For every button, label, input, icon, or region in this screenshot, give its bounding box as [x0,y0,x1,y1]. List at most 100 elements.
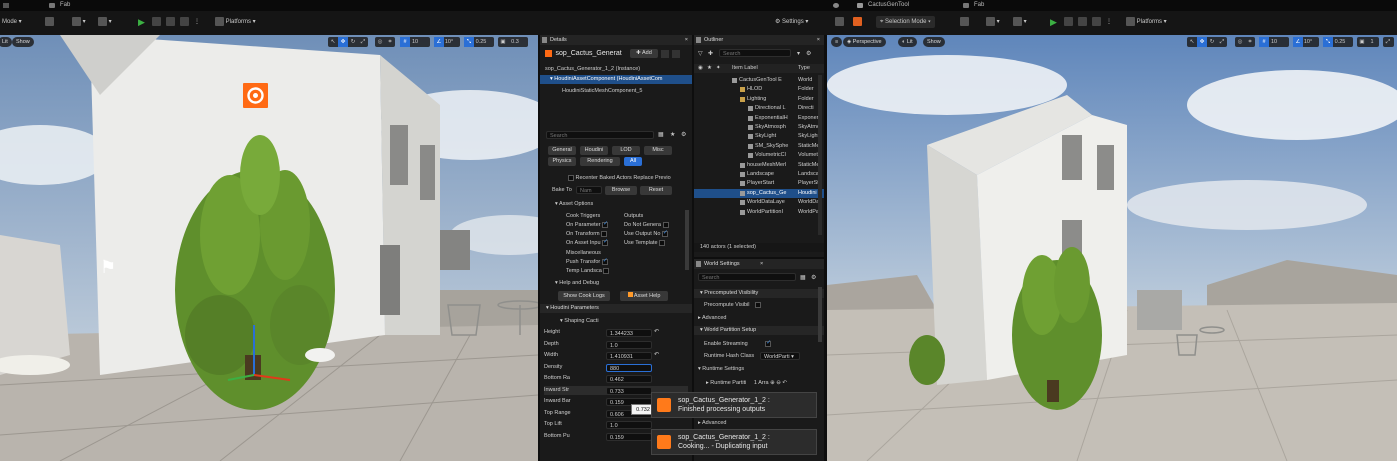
param-value-field[interactable]: 1.0 [606,421,652,429]
notification-cooking[interactable]: sop_Cactus_Generator_1_2 : Cooking... - … [651,429,817,455]
world-settings-search-input[interactable]: Search [698,273,796,281]
param-value-field[interactable]: 1.0 [606,340,652,349]
outliner-row[interactable]: HLOD Folder [694,85,824,94]
show-cook-logs-button[interactable]: Show Cook Logs [558,291,610,301]
precompute-checkbox[interactable] [754,301,761,308]
rotation-snap-left[interactable]: ∠ 10° [434,37,460,47]
filter-all[interactable]: All [624,157,642,166]
houdini-asset-icon[interactable] [243,83,268,108]
use-output-nodes-checkbox[interactable] [661,230,668,238]
recenter-checkbox[interactable] [568,174,574,181]
perspective-button[interactable]: ◈ Perspective [843,37,886,47]
show-button-right[interactable]: Show [923,37,945,47]
notification-finished[interactable]: sop_Cactus_Generator_1_2 : Finished proc… [651,392,817,418]
lock-icon[interactable]: ✦ [716,64,721,73]
filter-options-icon[interactable]: ▾ [797,50,800,57]
transform-dropdown[interactable]: ▾ [72,16,86,28]
play-button[interactable]: ▶ [138,16,145,28]
pin-icon[interactable]: ★ [707,64,712,73]
stop-button-right[interactable] [1078,16,1087,28]
scale-snap-right[interactable]: ⤡ 0.25 [1323,37,1353,47]
outliner-row[interactable]: SkyLight SkyLight [694,132,824,141]
unreal-logo-icon[interactable] [828,0,850,11]
step-button-right[interactable] [1064,16,1073,28]
advanced-header-2[interactable]: ▸ Advanced [694,419,824,428]
reset-value-icon[interactable]: ↶ [654,351,659,358]
scale-snap-left[interactable]: ⤡ 0.25 [464,37,494,47]
transform-dropdown-right[interactable]: ▾ [986,16,1000,28]
surface-snap-icon[interactable]: ⌗ [385,37,395,47]
outliner-row[interactable]: SM_SkySphe StaticMe [694,142,824,151]
outliner-row[interactable]: Directional L Directi [694,104,824,113]
param-value-field[interactable]: 1.344233 [606,329,652,337]
outliner-row[interactable]: WorldDataLaye WorldDa [694,198,824,207]
add-dropdown-right[interactable]: ▾ [1013,16,1027,28]
select-tool-icon[interactable]: ↖ [328,37,338,47]
outliner-row[interactable]: Lighting Folder [694,95,824,104]
left-viewport[interactable]: ⚑ Lit Show ↖ ✥ ↻ ⤢ ◎ ⌗ #10 ∠ 10° ⤡ 0.25 ▣ 0.3 [0,35,538,461]
play-button-right[interactable]: ▶ [1050,16,1057,28]
param-value-field[interactable]: 880 [606,363,652,372]
add-component-button[interactable]: ✚ Add [630,49,658,58]
show-button-left[interactable]: Show [12,37,34,47]
surface-snap-icon[interactable]: ⌗ [1245,37,1255,47]
stop-button[interactable] [166,16,175,28]
reset-button[interactable]: Reset [640,186,672,195]
move-tool-icon[interactable]: ✥ [338,37,348,47]
help-debug-header[interactable]: ▾ Help and Debug [540,279,692,288]
world-partition-setup-header[interactable]: ▾ World Partition Setup [694,326,824,335]
scale-tool-icon[interactable]: ⤢ [1217,37,1227,47]
content-icon-right[interactable] [853,16,862,28]
outliner-row[interactable]: ExponentialH Exponen [694,114,824,123]
camera-speed-left[interactable]: ▣ 0.3 [498,37,528,47]
world-local-icon[interactable]: ◎ [1235,37,1245,47]
blueprint-icon[interactable] [661,50,669,58]
reset-value-icon[interactable]: ↶ [654,328,659,335]
filter-houdini[interactable]: Houdini [580,146,608,155]
save-button-right[interactable] [835,16,844,28]
settings-icon[interactable]: ⚙ [806,50,811,57]
instance-row[interactable]: sop_Cactus_Generator_1_2 (Instance) [540,65,692,74]
runtime-hash-dropdown[interactable]: WorldParti ▾ [760,352,800,360]
details-search-input[interactable]: Search [546,131,654,139]
houdini-parameters-header[interactable]: ▾ Houdini Parameters [540,304,692,313]
player-start-flag-icon[interactable]: ⚑ [100,257,116,278]
tab-fab-left[interactable]: Fab [44,0,76,11]
mode-dropdown[interactable]: Mode ▾ [2,16,22,28]
asset-options-header[interactable]: ▾ Asset Options [540,200,692,209]
scale-tool-icon[interactable]: ⤢ [358,37,368,47]
outliner-tab[interactable]: Outliner × [694,35,824,45]
step-button[interactable] [152,16,161,28]
filter-misc[interactable]: Misc [644,146,672,155]
platforms-dropdown-right[interactable]: Platforms ▾ [1126,16,1167,28]
enable-streaming-checkbox[interactable] [765,340,771,348]
lit-button[interactable]: ◐ Lit [898,37,917,47]
param-value-field[interactable]: 0.159 [606,432,652,441]
bake-to-field[interactable]: Nam [576,186,602,194]
param-value-field[interactable]: 1.410931 [606,352,652,360]
filter-lod[interactable]: LOD [612,146,640,155]
browse-button[interactable]: Browse [605,186,637,195]
grid-snap-left[interactable]: #10 [400,37,430,47]
platforms-dropdown-left[interactable]: Platforms ▾ [215,16,256,28]
move-tool-icon[interactable]: ✥ [1197,37,1207,47]
favorite-icon[interactable]: ★ [670,131,675,138]
details-scrollbar[interactable] [685,210,689,270]
filter-general[interactable]: General [548,146,576,155]
runtime-partitions-row[interactable]: ▸ Runtime Partiti 1 Arra ⊕ ⊖ ↶ [694,379,824,388]
layout-icon[interactable] [672,50,680,58]
settings-button-left[interactable]: ⚙ Settings ▾ [775,16,808,28]
world-settings-tab[interactable]: World Settings × [694,259,824,269]
rotate-tool-icon[interactable]: ↻ [348,37,358,47]
world-local-icon[interactable]: ◎ [375,37,385,47]
details-tab[interactable]: Details × [540,35,692,45]
save-button[interactable] [45,16,54,28]
outliner-search-input[interactable]: Search [719,49,791,57]
grid-view-icon[interactable]: ▦ [658,131,664,138]
outliner-row[interactable]: WorldPartitionI WorldPa [694,208,824,217]
shaping-cacti-header[interactable]: ▾ Shaping Cacti [540,317,692,326]
on-transform-checkbox[interactable] [601,230,608,237]
outliner-row[interactable]: VolumetricCl Volumet [694,151,824,160]
maximize-viewport-button[interactable]: ⤢ [1383,37,1394,47]
outliner-row[interactable]: CactusGenTool E World [694,76,824,85]
